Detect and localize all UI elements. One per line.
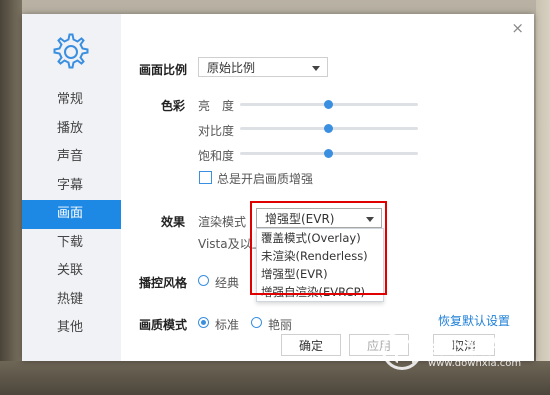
render-mode-value: 增强型(EVR) (265, 212, 335, 226)
vista-note: Vista及以上 (198, 237, 264, 251)
brightness-knob[interactable] (324, 100, 333, 109)
watermark-title: 当下软件园 (426, 336, 527, 358)
render-option-evrcp[interactable]: 增强自渲染(EVRCP) (257, 283, 383, 301)
gear-icon (53, 33, 89, 69)
contrast-knob[interactable] (324, 124, 333, 133)
contrast-slider[interactable] (240, 124, 418, 133)
quality-standard-radio[interactable] (198, 317, 209, 328)
enhance-checkbox[interactable] (199, 171, 212, 184)
nav-item-playback[interactable]: 播放 (22, 115, 121, 144)
saturation-knob[interactable] (324, 149, 333, 158)
brightness-label: 亮 度 (198, 99, 235, 113)
settings-sidebar: 常规 播放 声音 字幕 画面 下载 关联 热键 其他 (22, 14, 121, 361)
background-left-strip (0, 0, 22, 395)
effect-label: 效果 (161, 215, 186, 229)
render-mode-select[interactable]: 增强型(EVR) (256, 208, 382, 228)
quality-mode-label: 画质模式 (139, 318, 188, 332)
nav-item-general[interactable]: 常规 (22, 86, 121, 115)
chevron-down-icon (312, 66, 320, 71)
aspect-ratio-value: 原始比例 (207, 61, 256, 75)
settings-dialog: 常规 播放 声音 字幕 画面 下载 关联 热键 其他 × 画面比例 原始比例 色… (22, 14, 534, 361)
watermark-url: www.downxia.com (428, 358, 522, 369)
nav-item-other[interactable]: 其他 (22, 314, 121, 343)
contrast-label: 对比度 (198, 124, 235, 138)
render-mode-label: 渲染模式 (198, 215, 247, 229)
saturation-label: 饱和度 (198, 149, 235, 163)
saturation-slider[interactable] (240, 149, 418, 158)
render-mode-dropdown: 覆盖模式(Overlay) 未渲染(Renderless) 增强型(EVR) 增… (256, 228, 384, 302)
nav-item-picture[interactable]: 画面 (22, 200, 121, 229)
aspect-ratio-select[interactable]: 原始比例 (198, 57, 328, 77)
quality-vivid-radio[interactable] (251, 317, 262, 328)
control-style-label: 播控风格 (139, 276, 188, 290)
render-option-evr[interactable]: 增强型(EVR) (257, 265, 383, 283)
style-classic-radio[interactable] (198, 275, 209, 286)
settings-content: 画面比例 原始比例 色彩 亮 度 对比度 饱和度 总是开启画质增强 效果 渲染模… (121, 14, 534, 361)
nav-item-association[interactable]: 关联 (22, 257, 121, 286)
nav-item-hotkeys[interactable]: 热键 (22, 286, 121, 315)
chevron-down-icon (366, 217, 374, 222)
style-classic-label: 经典 (215, 276, 240, 290)
aspect-ratio-label: 画面比例 (139, 63, 188, 77)
render-option-renderless[interactable]: 未渲染(Renderless) (257, 247, 383, 265)
watermark: 当下软件园 www.downxia.com (382, 330, 542, 380)
watermark-logo-icon (382, 330, 422, 370)
brightness-slider[interactable] (240, 100, 418, 109)
enhance-checkbox-label: 总是开启画质增强 (217, 172, 314, 186)
settings-nav: 常规 播放 声音 字幕 画面 下载 关联 热键 其他 (22, 86, 121, 343)
color-label: 色彩 (161, 99, 186, 113)
nav-item-sound[interactable]: 声音 (22, 143, 121, 172)
quality-standard-label: 标准 (215, 318, 240, 332)
ok-button[interactable]: 确定 (281, 334, 341, 356)
nav-item-subtitle[interactable]: 字幕 (22, 172, 121, 201)
quality-vivid-label: 艳丽 (268, 318, 293, 332)
nav-item-download[interactable]: 下载 (22, 229, 121, 258)
render-option-overlay[interactable]: 覆盖模式(Overlay) (257, 229, 383, 247)
restore-default-link[interactable]: 恢复默认设置 (438, 312, 510, 329)
